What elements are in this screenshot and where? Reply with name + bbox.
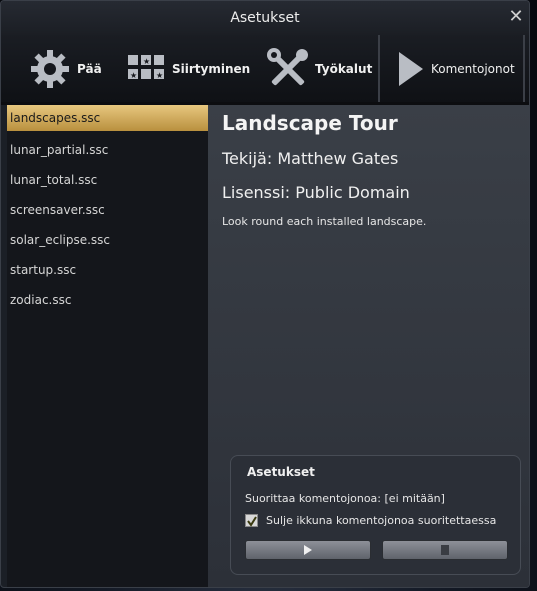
script-list-item[interactable]: lunar_partial.ssc [7, 135, 208, 165]
toolbar: Pää ★ ★ ★ Siirtyminen Työkalut Komentojo… [1, 35, 529, 102]
script-details: Landscape Tour Tekijä: Matthew Gates Lis… [208, 105, 529, 587]
tab-tools[interactable]: Työkalut [267, 35, 372, 102]
tools-icon [267, 47, 308, 85]
play-icon [399, 51, 423, 86]
script-list-item[interactable]: solar_eclipse.ssc [7, 225, 208, 255]
script-list-item[interactable]: zodiac.ssc [7, 285, 208, 315]
tab-main-label: Pää [77, 61, 102, 76]
tab-scripts-label: Komentojonot [431, 61, 515, 76]
close-window-checkbox[interactable] [245, 514, 258, 527]
tab-navigation-label: Siirtyminen [172, 61, 251, 76]
stop-icon [441, 545, 449, 555]
close-window-label: Sulje ikkuna komentojonoa suoritettaessa [266, 514, 497, 527]
tab-main[interactable]: Pää [29, 35, 102, 102]
close-button[interactable]: ✕ [506, 7, 526, 27]
script-list: landscapes.ssc lunar_partial.ssc lunar_t… [7, 105, 208, 587]
stop-script-button[interactable] [382, 540, 508, 560]
script-license: Lisenssi: Public Domain [222, 183, 410, 202]
script-console-window: Asetukset ✕ Pää ★ ★ ★ Siirtyminen Työkal… [0, 0, 530, 588]
script-description: Look round each installed landscape. [222, 215, 427, 228]
tab-tools-label: Työkalut [315, 61, 373, 76]
window-title: Asetukset [230, 10, 300, 26]
options-panel: Asetukset Suorittaa komentojonoa: [ei mi… [230, 455, 521, 575]
close-icon: ✕ [508, 6, 524, 27]
script-list-item[interactable]: screensaver.ssc [7, 195, 208, 225]
svg-text:★: ★ [156, 71, 163, 80]
checkmark-icon [247, 516, 257, 527]
tab-navigation[interactable]: ★ ★ ★ Siirtyminen [128, 35, 250, 102]
run-script-button[interactable] [245, 540, 371, 560]
toolbar-separator [523, 35, 525, 102]
script-author: Tekijä: Matthew Gates [222, 149, 399, 168]
title-bar[interactable]: Asetukset ✕ [1, 1, 529, 35]
navigation-grid-icon: ★ ★ ★ [128, 54, 164, 80]
running-status: Suorittaa komentojonoa: [ei mitään] [245, 492, 445, 505]
script-list-item[interactable]: landscapes.ssc [7, 105, 208, 131]
script-list-item[interactable]: lunar_total.ssc [7, 165, 208, 195]
svg-text:★: ★ [130, 71, 137, 80]
svg-text:★: ★ [143, 57, 150, 66]
script-list-item[interactable]: startup.ssc [7, 255, 208, 285]
play-icon [304, 545, 312, 555]
gear-icon [31, 49, 69, 88]
script-title: Landscape Tour [222, 111, 398, 135]
tab-scripts[interactable]: Komentojonot [397, 35, 515, 102]
toolbar-separator [378, 35, 380, 102]
options-title: Asetukset [247, 465, 315, 479]
